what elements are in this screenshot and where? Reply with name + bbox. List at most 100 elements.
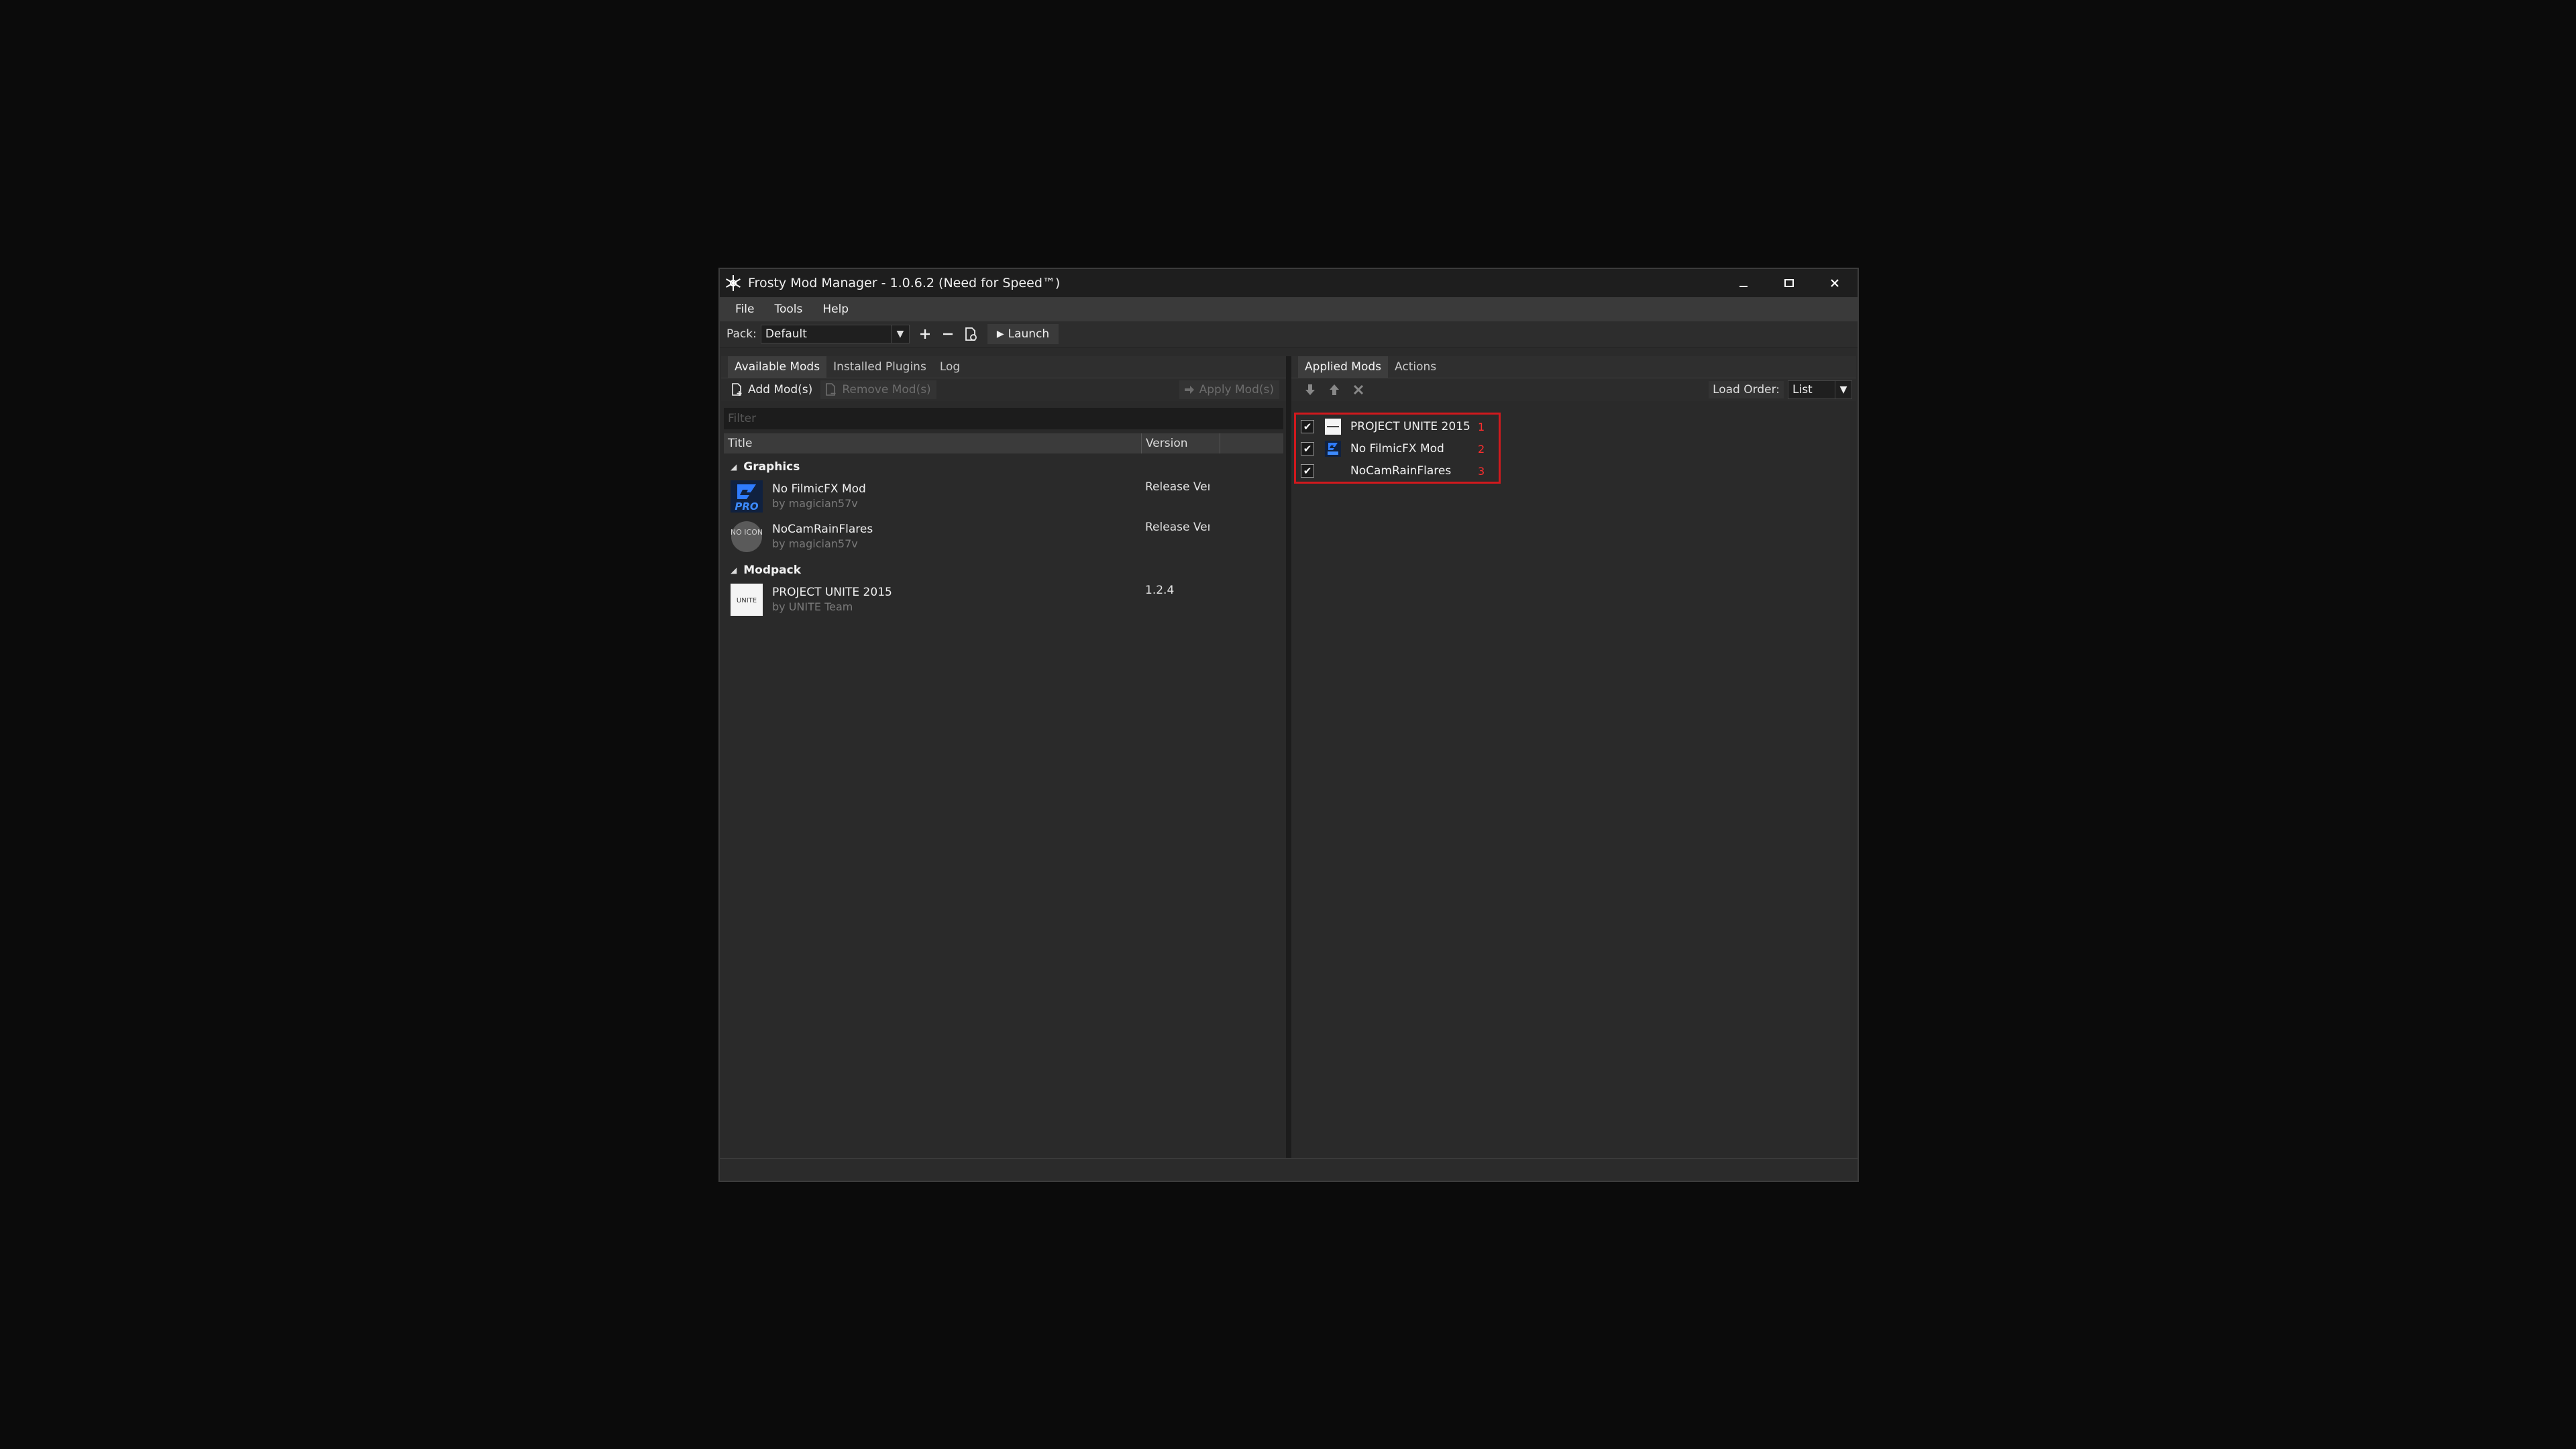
close-icon	[1831, 279, 1839, 287]
applied-mods-panel: Applied Mods Actions Load Order: List ▼	[1291, 356, 1856, 1159]
apply-mods-button[interactable]: Apply Mod(s)	[1179, 380, 1279, 399]
title-bar[interactable]: Frosty Mod Manager - 1.0.6.2 (Need for S…	[720, 269, 1858, 297]
unite-logo-icon	[1325, 419, 1341, 435]
remove-file-icon	[824, 383, 838, 396]
pack-select[interactable]: Default ▼	[760, 325, 910, 343]
launch-label: Launch	[1008, 327, 1050, 341]
mod-name: NoCamRainFlares	[772, 523, 873, 536]
mod-version: Release Vers	[1145, 480, 1210, 494]
menu-tools[interactable]: Tools	[764, 303, 812, 316]
applied-checkbox[interactable]: ✔	[1301, 442, 1314, 455]
filter-placeholder: Filter	[728, 412, 757, 425]
chevron-down-icon[interactable]: ▼	[1835, 381, 1851, 398]
load-order-select[interactable]: List ▼	[1788, 380, 1852, 399]
add-mods-button[interactable]: Add Mod(s)	[727, 380, 818, 399]
column-title[interactable]: Title	[724, 433, 1142, 453]
applied-order-number: 2	[1478, 442, 1485, 455]
mod-version: Release Vers	[1145, 521, 1210, 534]
left-tabs: Available Mods Installed Plugins Log	[721, 356, 1286, 378]
snowflake-icon	[722, 272, 744, 294]
remove-mods-label: Remove Mod(s)	[842, 383, 931, 396]
mod-name: PROJECT UNITE 2015	[772, 586, 892, 599]
applied-mod-row[interactable]: ✔ NoCamRainFlares 3	[1296, 460, 1499, 482]
add-mods-label: Add Mod(s)	[748, 383, 813, 396]
unite-logo-icon: UNITE	[731, 584, 763, 616]
group-label: Modpack	[743, 564, 802, 577]
filter-input[interactable]: Filter	[724, 408, 1283, 429]
pack-settings-button[interactable]	[959, 324, 982, 344]
remove-pack-button[interactable]	[936, 324, 959, 344]
plus-icon	[920, 329, 930, 339]
mod-version: 1.2.4	[1145, 584, 1175, 597]
mod-row[interactable]: UNITE PROJECT UNITE 2015 by UNITE Team 1…	[721, 580, 1286, 620]
tab-installed-plugins[interactable]: Installed Plugins	[826, 356, 933, 378]
minimize-button[interactable]	[1721, 269, 1766, 297]
status-bar	[720, 1158, 1858, 1181]
applied-checkbox[interactable]: ✔	[1301, 464, 1314, 478]
tab-actions[interactable]: Actions	[1388, 356, 1443, 378]
mod-author: by magician57v	[772, 537, 858, 550]
pack-value: Default	[765, 327, 807, 341]
mod-row[interactable]: NO ICON NoCamRainFlares by magician57v R…	[721, 517, 1286, 557]
applied-order-number: 1	[1478, 420, 1485, 433]
minimize-icon	[1739, 286, 1748, 287]
triangle-down-icon[interactable]: ◢	[731, 566, 737, 575]
file-gear-icon	[965, 327, 977, 341]
right-actionbar: Load Order: List ▼	[1291, 378, 1856, 401]
app-window: Frosty Mod Manager - 1.0.6.2 (Need for S…	[718, 268, 1859, 1182]
column-version[interactable]: Version	[1142, 433, 1220, 453]
applied-order-number: 3	[1478, 464, 1485, 478]
load-order-label: Load Order:	[1709, 381, 1784, 398]
mod-author: by magician57v	[772, 497, 858, 510]
toolbar: Pack: Default ▼ ▶ Launch	[720, 321, 1858, 347]
available-mods-panel: Available Mods Installed Plugins Log Add…	[721, 356, 1286, 1159]
maximize-icon	[1784, 279, 1794, 287]
svg-text:PRO: PRO	[735, 500, 759, 513]
applied-mod-row[interactable]: ✔ PROJECT UNITE 2015 1	[1296, 416, 1499, 437]
group-label: Graphics	[743, 460, 800, 474]
minus-icon	[943, 333, 953, 335]
menu-help[interactable]: Help	[812, 303, 859, 316]
left-actionbar: Add Mod(s) Remove Mod(s) Apply Mod(s)	[721, 378, 1286, 401]
applied-mod-name: No FilmicFX Mod	[1350, 442, 1444, 455]
pro-icon	[1325, 441, 1341, 457]
add-pack-button[interactable]	[914, 324, 936, 344]
pack-label: Pack:	[727, 327, 757, 341]
remove-mods-button[interactable]: Remove Mod(s)	[820, 380, 936, 399]
tab-applied-mods[interactable]: Applied Mods	[1298, 356, 1389, 378]
load-order-control: Load Order: List ▼	[1709, 380, 1852, 399]
play-icon: ▶	[996, 329, 1004, 339]
menu-file[interactable]: File	[725, 303, 764, 316]
no-icon-icon: NO ICON	[731, 521, 763, 553]
pro-icon: PRO	[731, 480, 763, 513]
mod-author: by UNITE Team	[772, 600, 853, 613]
chevron-down-icon[interactable]: ▼	[890, 325, 909, 343]
tab-available-mods[interactable]: Available Mods	[728, 356, 827, 378]
applied-checkbox[interactable]: ✔	[1301, 420, 1314, 433]
applied-mod-row[interactable]: ✔ No FilmicFX Mod 2	[1296, 438, 1499, 460]
right-tabs: Applied Mods Actions	[1291, 356, 1856, 378]
arrow-down-icon	[1305, 384, 1315, 395]
remove-applied-button[interactable]	[1346, 380, 1371, 399]
mod-row[interactable]: PRO No FilmicFX Mod by magician57v Relea…	[721, 476, 1286, 517]
triangle-down-icon[interactable]: ◢	[731, 462, 737, 472]
close-button[interactable]	[1812, 269, 1858, 297]
tab-log[interactable]: Log	[933, 356, 967, 378]
launch-button[interactable]: ▶ Launch	[987, 324, 1059, 344]
mods-list: ◢ Graphics PRO No FilmicFX Mod by magici…	[721, 458, 1286, 620]
move-down-button[interactable]	[1298, 380, 1322, 399]
group-modpack[interactable]: ◢ Modpack	[721, 561, 1286, 580]
blank-mod-icon	[1325, 463, 1341, 479]
maximize-button[interactable]	[1766, 269, 1812, 297]
group-graphics[interactable]: ◢ Graphics	[721, 458, 1286, 476]
apply-mods-label: Apply Mod(s)	[1199, 383, 1274, 396]
applied-mod-name: NoCamRainFlares	[1350, 464, 1452, 478]
add-file-icon	[731, 383, 744, 396]
panel-splitter[interactable]	[1286, 356, 1291, 1159]
applied-mod-name: PROJECT UNITE 2015	[1350, 420, 1470, 433]
svg-text:UNITE: UNITE	[737, 597, 757, 604]
svg-text:NO ICON: NO ICON	[731, 528, 763, 537]
mods-table-header: Title Version	[724, 433, 1283, 453]
move-up-button[interactable]	[1322, 380, 1346, 399]
arrow-up-icon	[1330, 384, 1339, 395]
